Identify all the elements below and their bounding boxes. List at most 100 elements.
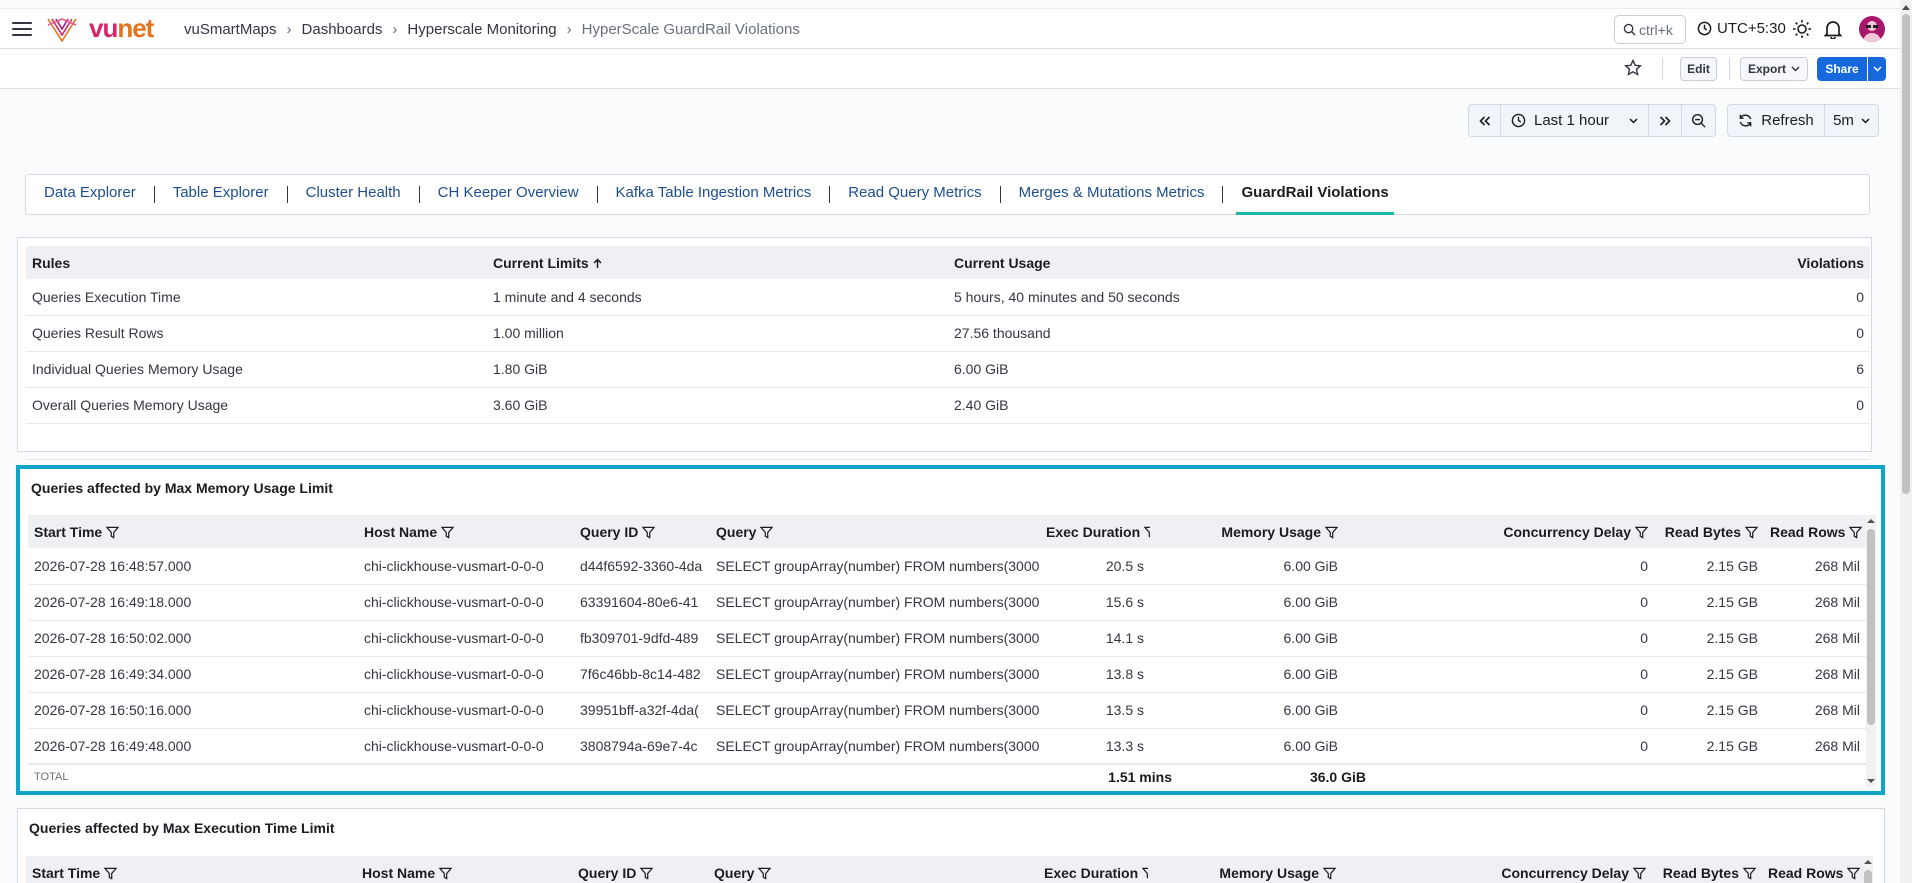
menu-icon[interactable] [10, 19, 34, 39]
filter-icon[interactable] [1743, 867, 1756, 880]
filter-icon[interactable] [1323, 867, 1336, 880]
cell-memory-usage: 6.00 GiB [1150, 548, 1344, 585]
column-header-read-bytes[interactable]: Read Bytes [1652, 856, 1762, 883]
cell-start-time: 2026-07-28 16:50:16.000 [28, 692, 358, 729]
tab-separator [829, 186, 831, 203]
cell-concurrency-delay: 0 [1344, 548, 1654, 585]
column-header-exec-duration[interactable]: Exec Duration [1038, 856, 1148, 883]
cell-read-rows: 268 Mil [1764, 584, 1866, 621]
filter-icon[interactable] [1144, 526, 1150, 539]
search-icon [1623, 23, 1636, 36]
filter-icon[interactable] [106, 526, 120, 539]
scrollbar-thumb[interactable] [1864, 870, 1872, 883]
tab-ch-keeper-overview[interactable]: CH Keeper Overview [438, 174, 579, 215]
refresh-label: Refresh [1761, 112, 1814, 129]
zoom-out-button[interactable] [1681, 104, 1716, 137]
column-header-host-name[interactable]: Host Name [358, 515, 574, 548]
scroll-down-icon[interactable] [1866, 777, 1876, 785]
export-button[interactable]: Export [1740, 57, 1808, 81]
filter-icon[interactable] [439, 867, 453, 880]
time-forward-button[interactable] [1648, 104, 1682, 137]
avatar[interactable] [1859, 16, 1885, 42]
column-header-concurrency-delay[interactable]: Concurrency Delay [1342, 856, 1652, 883]
column-header-read-rows[interactable]: Read Rows [1762, 856, 1864, 883]
filter-icon[interactable] [758, 867, 772, 880]
filter-icon[interactable] [642, 526, 656, 539]
tab-read-query-metrics[interactable]: Read Query Metrics [848, 174, 981, 215]
breadcrumb-dashboards[interactable]: Dashboards [302, 21, 383, 38]
time-range-picker[interactable]: Last 1 hour [1500, 104, 1649, 137]
table-scrollbar[interactable] [1863, 856, 1873, 883]
sun-icon[interactable] [1792, 19, 1812, 39]
filter-icon[interactable] [1325, 526, 1338, 539]
tab-cluster-health[interactable]: Cluster Health [306, 174, 401, 215]
filter-icon[interactable] [1633, 867, 1646, 880]
time-back-button[interactable] [1468, 104, 1501, 137]
breadcrumb-separator: › [566, 21, 572, 38]
column-header-current-usage[interactable]: Current Usage [948, 246, 1728, 279]
column-header-query[interactable]: Query [710, 515, 1040, 548]
column-header-start-time[interactable]: Start Time [28, 515, 358, 548]
scrollbar-thumb[interactable] [1902, 14, 1910, 494]
star-icon[interactable] [1624, 59, 1642, 77]
scrollbar-thumb[interactable] [1867, 529, 1875, 725]
rule-violations: 0 [1728, 387, 1870, 424]
scroll-up-icon[interactable] [1900, 3, 1912, 12]
filter-icon[interactable] [760, 526, 774, 539]
filter-icon[interactable] [1847, 867, 1861, 880]
filter-icon[interactable] [1142, 867, 1148, 880]
table-scrollbar[interactable] [1866, 515, 1876, 787]
column-header-concurrency-delay[interactable]: Concurrency Delay [1344, 515, 1654, 548]
tab-data-explorer[interactable]: Data Explorer [44, 174, 136, 215]
filter-icon[interactable] [104, 867, 118, 880]
double-chevron-right-icon [1659, 115, 1671, 126]
refresh-interval-value: 5m [1833, 112, 1854, 129]
share-options-button[interactable] [1868, 57, 1886, 81]
column-header-host-name[interactable]: Host Name [356, 856, 572, 883]
brand-name[interactable]: vunet [89, 14, 154, 42]
share-button[interactable]: Share [1817, 57, 1867, 81]
refresh-button[interactable]: Refresh [1727, 104, 1825, 137]
bell-icon[interactable] [1824, 19, 1842, 39]
filter-icon[interactable] [441, 526, 455, 539]
tab-table-explorer[interactable]: Table Explorer [173, 174, 269, 215]
breadcrumb-vusmartmaps[interactable]: vuSmartMaps [184, 21, 277, 38]
edit-button[interactable]: Edit [1680, 57, 1717, 81]
column-header-rules[interactable]: Rules [26, 246, 487, 279]
table-row: Individual Queries Memory Usage 1.80 GiB 6… [26, 351, 1870, 388]
page-scrollbar[interactable] [1900, 0, 1912, 883]
divider [1729, 58, 1730, 80]
column-header-query[interactable]: Query [708, 856, 1038, 883]
cell-memory-usage: 6.00 GiB [1150, 656, 1344, 693]
search-button[interactable]: ctrl+k [1614, 15, 1686, 44]
rule-limit: 1.80 GiB [487, 351, 948, 388]
refresh-interval-select[interactable]: 5m [1824, 104, 1879, 137]
cell-concurrency-delay: 0 [1344, 584, 1654, 621]
tab-merges-mutations-metrics[interactable]: Merges & Mutations Metrics [1019, 174, 1205, 215]
rule-violations: 0 [1728, 315, 1870, 352]
column-header-read-rows[interactable]: Read Rows [1764, 515, 1866, 548]
filter-icon[interactable] [1745, 526, 1758, 539]
scroll-up-icon[interactable] [1866, 517, 1876, 525]
column-header-start-time[interactable]: Start Time [26, 856, 356, 883]
filter-icon[interactable] [640, 867, 654, 880]
column-header-memory-usage[interactable]: Memory Usage [1150, 515, 1344, 548]
column-header-current-limits[interactable]: Current Limits [487, 246, 948, 279]
search-shortcut: ctrl+k [1639, 21, 1673, 38]
column-header-exec-duration[interactable]: Exec Duration [1040, 515, 1150, 548]
chevron-down-icon [1791, 66, 1800, 72]
column-header-memory-usage[interactable]: Memory Usage [1148, 856, 1342, 883]
tab-guardrail-violations[interactable]: GuardRail Violations [1236, 174, 1395, 215]
cell-host-name: chi-clickhouse-vusmart-0-0-0 [358, 620, 574, 657]
column-header-read-bytes[interactable]: Read Bytes [1654, 515, 1764, 548]
timezone-button[interactable]: UTC+5:30 [1697, 20, 1786, 37]
filter-icon[interactable] [1635, 526, 1648, 539]
zoom-out-icon [1691, 113, 1706, 128]
column-header-query-id[interactable]: Query ID [574, 515, 710, 548]
column-header-violations[interactable]: Violations [1728, 246, 1870, 279]
column-header-query-id[interactable]: Query ID [572, 856, 708, 883]
tab-kafka-table-ingestion-metrics[interactable]: Kafka Table Ingestion Metrics [616, 174, 812, 215]
breadcrumb-hyperscale-monitoring[interactable]: Hyperscale Monitoring [407, 21, 556, 38]
filter-icon[interactable] [1849, 526, 1863, 539]
scroll-up-icon[interactable] [1863, 858, 1873, 866]
